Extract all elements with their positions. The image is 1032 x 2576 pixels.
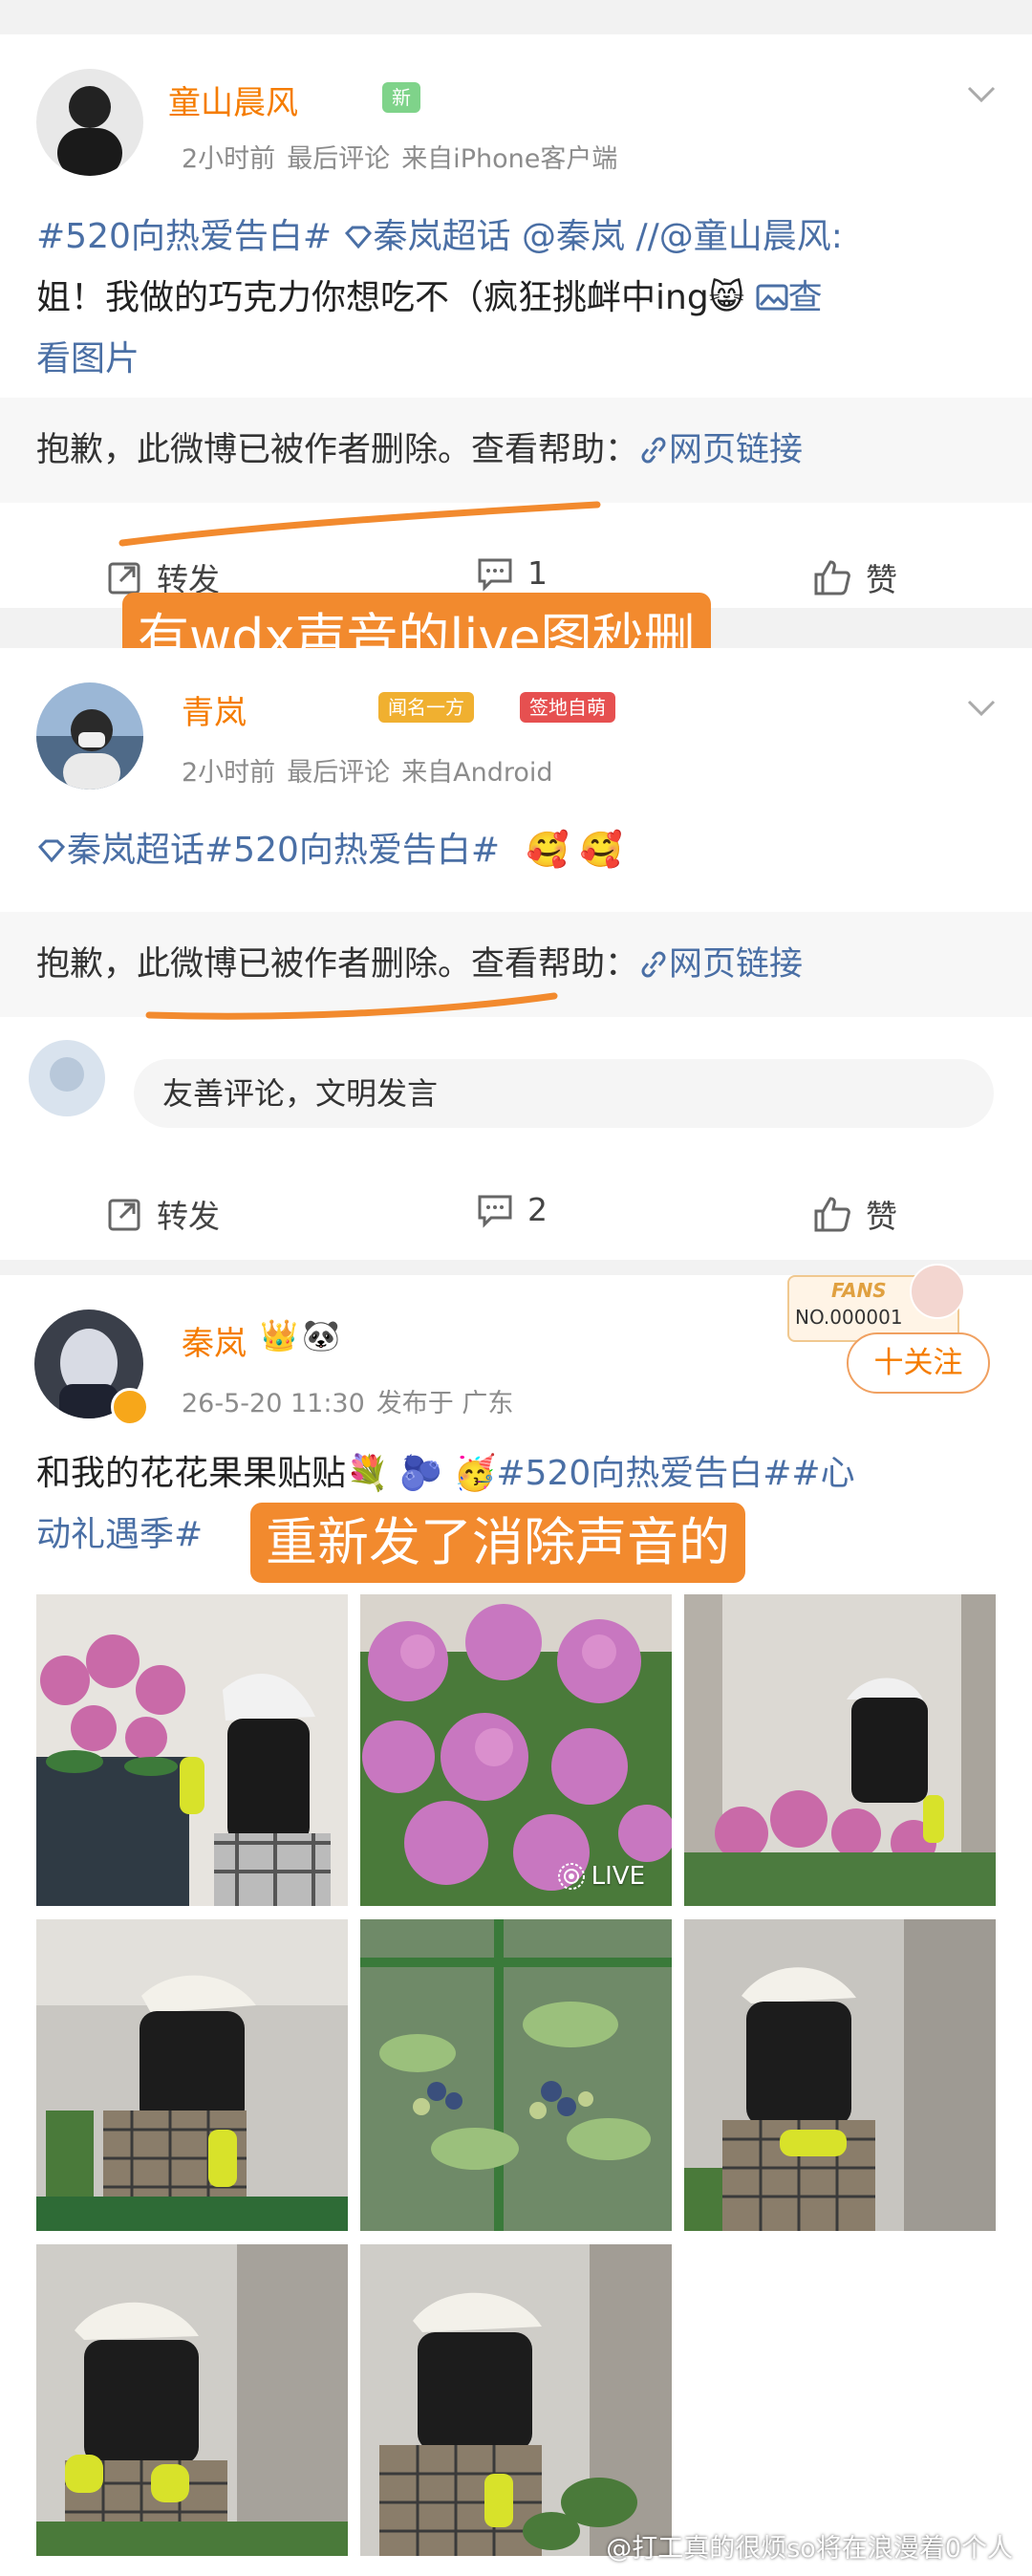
link-icon: [641, 437, 666, 464]
post-time: 2小时前: [182, 144, 276, 174]
view-image-label: 查: [787, 278, 823, 317]
comment-count: 2: [527, 1191, 548, 1228]
user-badge-checkin: 签地自萌: [520, 692, 615, 723]
thumbs-up-icon: [814, 560, 850, 595]
deleted-text-prefix: 抱歉，: [36, 945, 138, 984]
hashtag-link[interactable]: #520向热爱告白#: [36, 217, 332, 256]
user-badge: 新: [382, 82, 420, 113]
post-text: #520向热爱告白# 秦岚超话 @秦岚 //@童山晨风: 姐！我做的巧克力你想吃…: [36, 206, 1001, 390]
username[interactable]: 秦岚: [182, 1317, 247, 1364]
comment-count: 1: [527, 554, 548, 592]
follow-button[interactable]: 十关注: [847, 1332, 990, 1394]
avatar[interactable]: [36, 682, 143, 790]
image-icon: [756, 284, 788, 311]
repost-icon: [108, 1199, 140, 1231]
post-source: 来自Android: [401, 758, 553, 788]
post-photo-1[interactable]: [36, 1594, 348, 1906]
crown-icon: 👑: [260, 1317, 298, 1353]
hashtag-link[interactable]: #520向热爱告白##心: [496, 1454, 854, 1493]
repost-button[interactable]: 转发: [107, 1191, 220, 1237]
web-link[interactable]: 网页链接: [638, 945, 803, 984]
like-label: 赞: [866, 1198, 897, 1235]
chevron-down-icon[interactable]: [965, 82, 998, 105]
mention-link[interactable]: @秦岚: [522, 217, 625, 256]
fans-avatar: [910, 1264, 965, 1319]
post-text: 秦岚超话#520向热爱告白# 🥰 🥰: [36, 820, 623, 881]
post-photo-8[interactable]: [360, 2244, 672, 2556]
comment-button[interactable]: 2: [476, 1191, 548, 1228]
comment-icon: [478, 1195, 512, 1228]
post-card-3: 秦岚 👑 🐼 FANS NO.000001 十关注 26-5-20 11:30 发…: [0, 1264, 1032, 2576]
post-source: 来自iPhone客户端: [401, 144, 618, 174]
repost-mention-link[interactable]: //@童山晨风:: [635, 217, 842, 256]
live-label: LIVE: [591, 1862, 645, 1891]
username[interactable]: 青岚: [182, 686, 247, 733]
annotation-label: 重新发了消除声音的: [250, 1503, 745, 1583]
panda-icon: 🐼: [302, 1317, 340, 1353]
like-label: 赞: [866, 561, 897, 598]
supertopic-link[interactable]: 秦岚超话#520向热爱告白#: [36, 831, 500, 870]
watermark: @打工真的很烦so将在浪漫着0个人: [606, 2534, 1013, 2564]
like-button[interactable]: 赞: [812, 554, 897, 600]
post-photo-4[interactable]: [36, 1919, 348, 2231]
like-button[interactable]: 赞: [812, 1191, 897, 1237]
smile-emoji-icon: 🥰 🥰: [526, 831, 623, 870]
avatar[interactable]: [36, 69, 143, 176]
post-body: 姐！我做的巧克力你想吃不（疯狂挑衅中ing: [36, 278, 709, 317]
post-location: 发布于 广东: [376, 1389, 514, 1418]
post-card-2: 青岚 闻名一方 签地自萌 2小时前 最后评论 来自Android 秦岚超话#520向…: [0, 648, 1032, 1260]
chevron-down-icon[interactable]: [965, 696, 998, 719]
post-body: 和我的花花果果贴贴: [36, 1454, 347, 1493]
deleted-notice: 抱歉，此微博已被作者删除。查看帮助： 网页链接: [0, 398, 1032, 503]
post-time: 26-5-20 11:30: [182, 1389, 365, 1418]
comment-icon: [478, 558, 512, 592]
diamond-icon: [37, 839, 66, 863]
help-label: 查看帮助：: [471, 945, 639, 984]
fans-number: NO.000001: [795, 1306, 903, 1329]
supertopic-label: 秦岚超话: [373, 217, 511, 256]
post-photo-5[interactable]: [360, 1919, 672, 2231]
deleted-text: 抱歉，此微博已被作者删除。查看帮助：: [36, 431, 639, 469]
verified-badge-icon: [111, 1388, 149, 1426]
post-meta: 2小时前 最后评论 来自iPhone客户端: [182, 138, 629, 175]
post-text-topics: 秦岚超话#520向热爱告白#: [67, 831, 501, 870]
post-photo-7[interactable]: [36, 2244, 348, 2556]
username[interactable]: 童山晨风: [168, 76, 298, 123]
diamond-icon: [344, 226, 372, 249]
post-photo-3[interactable]: [684, 1594, 996, 1906]
comment-button[interactable]: 1: [476, 554, 548, 592]
deleted-text: 此微博已被作者删除。: [137, 945, 472, 984]
supertopic-link[interactable]: 秦岚超话: [343, 217, 522, 256]
view-image-label-cont[interactable]: 看图片: [36, 329, 1001, 390]
repost-icon: [108, 562, 140, 595]
thumbs-up-icon: [814, 1197, 850, 1232]
post-meta: 26-5-20 11:30 发布于 广东: [182, 1382, 525, 1419]
post-photo-6[interactable]: [684, 1919, 996, 2231]
post-photo-2-live[interactable]: LIVE: [360, 1594, 672, 1906]
view-image-link[interactable]: 查: [756, 278, 823, 317]
fans-label: FANS: [831, 1279, 887, 1302]
live-icon: [557, 1863, 585, 1890]
live-indicator: LIVE: [557, 1862, 645, 1891]
current-user-avatar: [29, 1040, 105, 1116]
comment-input[interactable]: 友善评论，文明发言: [134, 1059, 994, 1128]
last-comment-label: 最后评论: [287, 758, 391, 788]
user-badge-fame: 闻名一方: [378, 692, 474, 723]
web-link[interactable]: 网页链接: [638, 431, 803, 469]
link-icon: [641, 951, 666, 978]
web-link-label: 网页链接: [669, 945, 804, 984]
web-link-label: 网页链接: [669, 431, 804, 469]
post-meta: 2小时前 最后评论 来自Android: [182, 751, 565, 789]
last-comment-label: 最后评论: [287, 144, 391, 174]
flower-emoji-icon: 💐 🫐 🥳: [346, 1454, 497, 1493]
cat-emoji-icon: 😸: [708, 278, 745, 317]
repost-label: 转发: [157, 1198, 220, 1235]
post-time: 2小时前: [182, 758, 276, 788]
annotation-underline: [145, 992, 558, 1020]
annotation-underline: [118, 501, 601, 547]
